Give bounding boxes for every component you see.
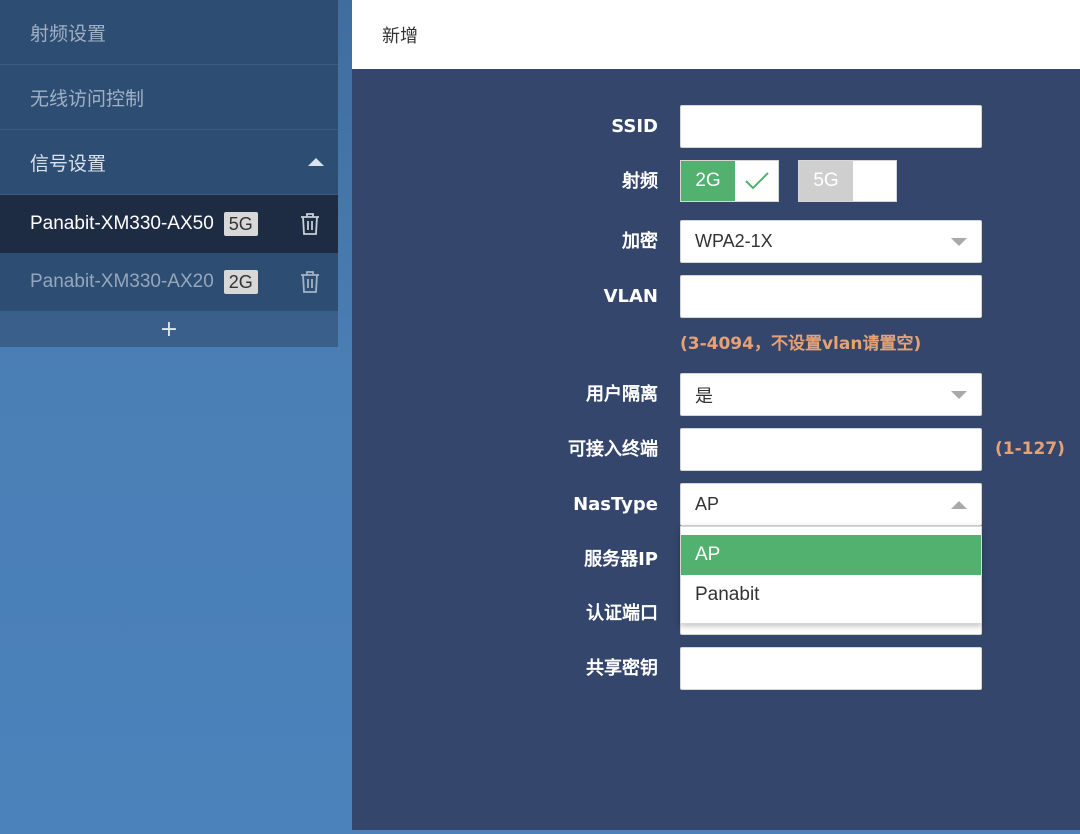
max-clients-label: 可接入终端 — [568, 439, 658, 460]
sidebar: 射频设置 无线访问控制 信号设置 Panabit-XM330-AX50 5G P… — [0, 0, 338, 347]
sidebar-item-label: 射频设置 — [30, 22, 107, 45]
nastype-row: NasType AP — [352, 483, 1080, 527]
isolation-value: 是 — [695, 385, 713, 406]
vlan-hint: (3-4094，不设置vlan请置空) — [680, 334, 922, 354]
dropdown-arrow-icon — [951, 237, 967, 246]
nastype-option-ap[interactable]: AP — [681, 535, 981, 575]
ssid-name: Panabit-XM330-AX20 — [30, 271, 214, 292]
sidebar-item-label: 无线访问控制 — [30, 87, 145, 110]
max-clients-input[interactable] — [680, 428, 982, 471]
sidebar-item-wireless-access-control[interactable]: 无线访问控制 — [0, 65, 338, 130]
plus-icon: + — [159, 316, 179, 342]
isolation-row: 用户隔离 是 — [352, 373, 1080, 417]
nastype-value: AP — [695, 494, 720, 514]
nastype-option-panabit[interactable]: Panabit — [681, 575, 981, 615]
ssid-list-item[interactable]: Panabit-XM330-AX20 2G — [0, 253, 338, 311]
checkbox-empty — [853, 161, 896, 201]
sidebar-item-signal-settings[interactable]: 信号设置 — [0, 130, 338, 195]
panel-header: 新增 — [352, 0, 1080, 69]
shared-key-row: 共享密钥 — [352, 647, 1080, 691]
chevron-up-icon[interactable] — [308, 158, 324, 166]
band-5g-tag: 5G — [799, 161, 853, 201]
page-title: 新增 — [382, 25, 418, 47]
encryption-select[interactable]: WPA2-1X — [680, 220, 982, 263]
sidebar-item-radio-settings[interactable]: 射频设置 — [0, 0, 338, 65]
band-badge: 5G — [223, 212, 258, 236]
trash-icon[interactable] — [298, 211, 322, 237]
dropdown-arrow-icon — [951, 390, 967, 399]
ssid-name: Panabit-XM330-AX50 — [30, 213, 214, 234]
nastype-label: NasType — [573, 494, 658, 515]
vlan-input[interactable] — [680, 275, 982, 318]
isolation-select[interactable]: 是 — [680, 373, 982, 416]
isolation-label: 用户隔离 — [586, 384, 658, 405]
ssid-input[interactable] — [680, 105, 982, 148]
dropdown-arrow-up-icon — [951, 500, 967, 509]
add-ssid-button[interactable]: + — [0, 311, 338, 347]
max-clients-row: 可接入终端 (1-127) — [352, 428, 1080, 472]
encryption-row: 加密 WPA2-1X — [352, 220, 1080, 264]
ssid-label: SSID — [611, 116, 658, 137]
band-2g-tag: 2G — [681, 161, 735, 201]
server-ip-label: 服务器IP — [584, 549, 658, 570]
trash-icon[interactable] — [298, 269, 322, 295]
band-2g-checkbox[interactable]: 2G — [680, 160, 779, 202]
sidebar-item-label: 信号设置 — [30, 152, 107, 175]
shared-key-label: 共享密钥 — [586, 658, 658, 679]
ssid-row: SSID — [352, 105, 1080, 149]
band-row: 射频 2G 5G — [352, 160, 1080, 204]
nastype-select[interactable]: AP — [680, 483, 982, 526]
nastype-dropdown-menu: AP Panabit — [680, 526, 982, 624]
encryption-value: WPA2-1X — [695, 231, 773, 251]
shared-key-input[interactable] — [680, 647, 982, 690]
band-5g-checkbox[interactable]: 5G — [798, 160, 897, 202]
ssid-list-item[interactable]: Panabit-XM330-AX50 5G — [0, 195, 338, 253]
band-badge: 2G — [223, 270, 258, 294]
vlan-label: VLAN — [603, 286, 658, 307]
add-ssid-panel: 新增 SSID 射频 2G 5G 加密 WPA2-1X VLAN (3-4094… — [352, 0, 1080, 830]
band-label: 射频 — [622, 171, 658, 192]
encryption-label: 加密 — [622, 231, 658, 252]
max-clients-hint: (1-127) — [995, 439, 1065, 459]
vlan-row: VLAN — [352, 275, 1080, 319]
auth-port-label: 认证端口 — [586, 603, 658, 624]
checkmark-icon — [735, 161, 778, 201]
